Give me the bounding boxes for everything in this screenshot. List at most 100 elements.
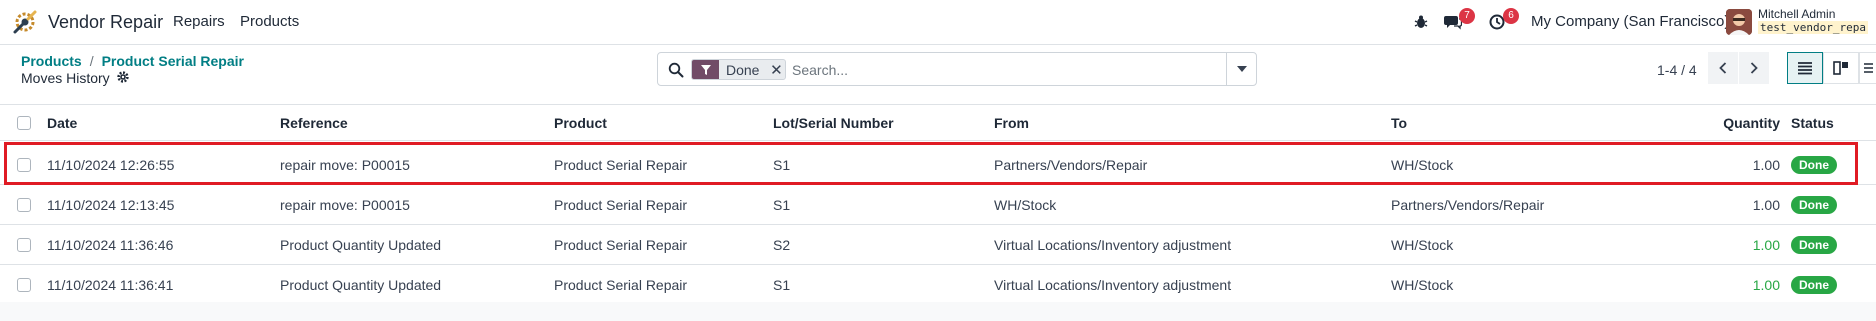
table-row[interactable]: 11/10/2024 12:13:45 repair move: P00015 … — [0, 185, 1876, 225]
status-badge: Done — [1791, 235, 1837, 254]
column-header-product[interactable]: Product — [554, 105, 607, 140]
top-navbar: Vendor Repair Repairs Products 7 6 My Co… — [0, 0, 1876, 45]
breadcrumb-product-serial-repair[interactable]: Product Serial Repair — [102, 53, 244, 69]
cell-status: Done — [1791, 185, 1837, 224]
row-select-cell — [17, 185, 31, 224]
cell-to: Partners/Vendors/Repair — [1391, 196, 1545, 213]
column-header-lot-serial[interactable]: Lot/Serial Number — [773, 105, 894, 140]
app-name[interactable]: Vendor Repair — [48, 12, 163, 33]
cell-quantity: 1.00 — [1752, 196, 1780, 213]
table-header-row: Date Reference Product Lot/Serial Number… — [0, 105, 1876, 141]
cell-to: WH/Stock — [1391, 276, 1454, 293]
messages-icon[interactable]: 7 — [1441, 8, 1475, 33]
cell-reference: repair move: P00015 — [280, 196, 410, 213]
activities-count-badge: 6 — [1503, 8, 1519, 24]
table-row[interactable]: 11/10/2024 11:36:46 Product Quantity Upd… — [0, 225, 1876, 265]
search-icon[interactable] — [668, 62, 684, 78]
database-name: test_vendor_repa — [1758, 21, 1868, 34]
remove-filter-icon[interactable]: ✕ — [767, 61, 785, 79]
cell-lot-serial: S2 — [773, 236, 791, 253]
cell-lot-serial: S1 — [773, 156, 791, 173]
cell-from: WH/Stock — [994, 196, 1057, 213]
search-options-toggle[interactable] — [1226, 53, 1256, 85]
cell-status: Done — [1791, 265, 1837, 304]
menu-products[interactable]: Products — [240, 13, 299, 30]
cell-from: Virtual Locations/Inventory adjustment — [994, 236, 1232, 253]
column-header-reference[interactable]: Reference — [280, 105, 348, 140]
row-select-cell — [17, 265, 31, 304]
column-header-from[interactable]: From — [994, 105, 1029, 140]
pager-next-button[interactable] — [1739, 52, 1769, 84]
chevron-right-icon — [1750, 62, 1758, 74]
breadcrumb-products[interactable]: Products — [21, 53, 82, 69]
filter-icon — [692, 60, 719, 79]
list-view-button[interactable] — [1787, 52, 1823, 84]
column-header-quantity[interactable]: Quantity — [1650, 105, 1780, 140]
table-row[interactable]: 11/10/2024 11:36:41 Product Quantity Upd… — [0, 265, 1876, 305]
column-header-date[interactable]: Date — [47, 105, 77, 140]
debug-icon[interactable] — [1409, 11, 1433, 33]
select-all-cell — [17, 105, 31, 140]
messages-count-badge: 7 — [1459, 8, 1475, 24]
cell-product: Product Serial Repair — [554, 276, 688, 293]
user-avatar[interactable] — [1726, 9, 1752, 35]
list-view-icon — [1798, 62, 1812, 75]
chevron-left-icon — [1719, 62, 1727, 74]
user-name[interactable]: Mitchell Admin — [1758, 7, 1835, 21]
filter-facet: Done ✕ — [691, 59, 787, 80]
more-views-button[interactable] — [1859, 52, 1876, 84]
page-title: Moves History — [21, 70, 110, 86]
column-header-to[interactable]: To — [1391, 105, 1407, 140]
pager-value[interactable]: 1-4 / 4 — [1657, 62, 1697, 78]
cell-status: Done — [1791, 225, 1837, 264]
row-checkbox[interactable] — [17, 197, 31, 212]
search-input[interactable] — [792, 59, 1222, 80]
company-switcher[interactable]: My Company (San Francisco) — [1531, 13, 1729, 30]
caret-down-icon — [1236, 66, 1247, 72]
cell-product: Product Serial Repair — [554, 236, 688, 253]
cell-reference: Product Quantity Updated — [280, 276, 442, 293]
cell-from: Partners/Vendors/Repair — [994, 156, 1148, 173]
row-select-cell — [17, 145, 31, 184]
cell-date: 11/10/2024 12:13:45 — [47, 196, 175, 213]
cell-date: 11/10/2024 11:36:41 — [47, 276, 174, 293]
cell-quantity: 1.00 — [1752, 236, 1780, 253]
status-badge: Done — [1791, 155, 1837, 174]
pager-previous-button[interactable] — [1708, 52, 1738, 84]
filter-facet-value: Done — [726, 61, 760, 78]
kanban-view-icon — [1833, 61, 1848, 75]
table-footer-area — [0, 302, 1876, 321]
cell-to: WH/Stock — [1391, 156, 1454, 173]
search-bar: Done ✕ — [657, 52, 1257, 86]
row-select-cell — [17, 225, 31, 264]
cell-date: 11/10/2024 12:26:55 — [47, 156, 175, 173]
breadcrumb: Products / Product Serial Repair — [21, 53, 244, 69]
cell-status: Done — [1791, 145, 1837, 184]
row-checkbox[interactable] — [17, 157, 31, 172]
cell-quantity: 1.00 — [1752, 156, 1780, 173]
cell-quantity: 1.00 — [1752, 276, 1780, 293]
column-header-status[interactable]: Status — [1791, 105, 1834, 140]
activities-clock-icon[interactable]: 6 — [1485, 8, 1519, 33]
menu-repairs[interactable]: Repairs — [173, 13, 225, 30]
gear-icon[interactable] — [116, 70, 130, 84]
row-checkbox[interactable] — [17, 277, 31, 292]
cell-to: WH/Stock — [1391, 236, 1454, 253]
cell-from: Virtual Locations/Inventory adjustment — [994, 276, 1232, 293]
status-badge: Done — [1791, 195, 1837, 214]
cell-date: 11/10/2024 11:36:46 — [47, 236, 174, 253]
grid-view-icon — [1864, 63, 1873, 73]
cell-product: Product Serial Repair — [554, 156, 688, 173]
kanban-view-button[interactable] — [1823, 52, 1859, 84]
cell-lot-serial: S1 — [773, 196, 791, 213]
app-logo-icon[interactable] — [11, 8, 39, 36]
select-all-checkbox[interactable] — [17, 115, 31, 130]
row-checkbox[interactable] — [17, 237, 31, 252]
cell-reference: repair move: P00015 — [280, 156, 410, 173]
control-panel: Products / Product Serial Repair Moves His… — [0, 45, 1876, 105]
table-row[interactable]: 11/10/2024 12:26:55 repair move: P00015 … — [0, 145, 1876, 185]
breadcrumb-separator: / — [89, 53, 94, 69]
status-badge: Done — [1791, 275, 1837, 294]
cell-product: Product Serial Repair — [554, 196, 688, 213]
cell-reference: Product Quantity Updated — [280, 236, 442, 253]
